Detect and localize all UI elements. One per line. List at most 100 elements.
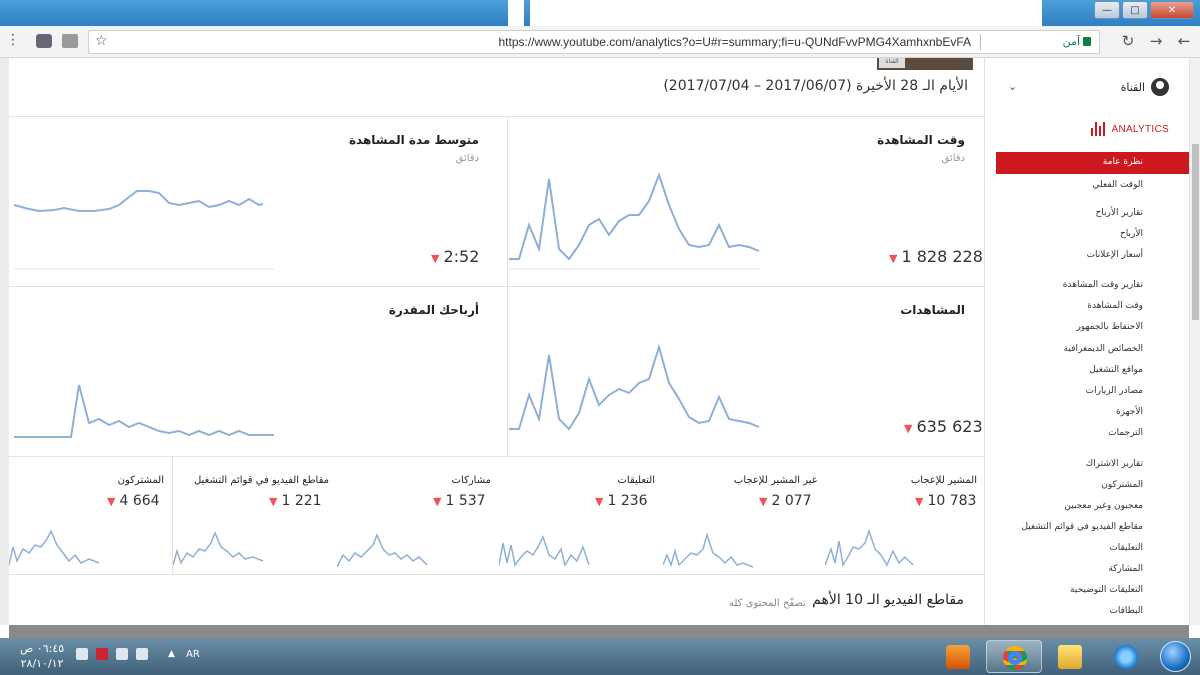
volume-icon[interactable] <box>76 648 88 660</box>
card-value-number: 1 221 <box>281 493 322 509</box>
forward-icon[interactable]: → <box>1148 32 1164 50</box>
sidebar-item-subtitles[interactable]: الترجمات <box>1108 428 1143 438</box>
vertical-scrollbar[interactable] <box>1189 58 1200 625</box>
divider <box>980 34 981 50</box>
card-value: ▼ 1 236 <box>595 493 648 509</box>
sidebar-item-engagement-reports[interactable]: تقارير الاشتراك <box>1086 459 1143 469</box>
card-title: وقت المشاهدة <box>877 133 965 147</box>
security-label: آمن <box>1062 35 1080 48</box>
sidebar-item-revenue-reports[interactable]: تقارير الأرباح <box>1095 208 1143 218</box>
card-title: المشاهدات <box>900 303 965 317</box>
card-comments[interactable]: التعليقات ▼ 1 236 <box>499 456 663 574</box>
card-title: مقاطع الفيديو في قوائم التشغيل <box>193 475 329 486</box>
taskbar-explorer[interactable] <box>1042 640 1098 673</box>
analytics-main: القناة الأيام الـ 28 الأخيرة (2017/06/07… <box>9 58 985 625</box>
sidebar-item-playlists[interactable]: مقاطع الفيديو في قوائم التشغيل <box>1021 522 1143 532</box>
channel-thumbnail[interactable]: القناة <box>877 58 973 70</box>
extension-icon[interactable] <box>36 34 52 48</box>
down-arrow-icon: ▼ <box>915 495 924 508</box>
card-title: التعليقات <box>617 475 655 486</box>
lock-icon <box>1083 37 1091 46</box>
sidebar-item-subscribers[interactable]: المشتركون <box>1101 480 1143 490</box>
card-value-number: 4 664 <box>119 493 160 509</box>
sidebar-item-realtime[interactable]: الوقت الفعلي <box>1092 180 1143 190</box>
card-title: المشير للإعجاب <box>910 475 977 486</box>
tray-expand-icon[interactable]: ▲ <box>168 649 175 659</box>
card-title: متوسط مدة المشاهدة <box>348 133 479 147</box>
minimize-button[interactable]: — <box>1094 1 1120 19</box>
menu-icon[interactable]: ⋮ <box>6 32 20 48</box>
date-range[interactable]: الأيام الـ 28 الأخيرة (2017/06/07 – 2017… <box>663 78 968 94</box>
scrollbar-thumb[interactable] <box>1192 144 1199 320</box>
taskbar-chrome[interactable] <box>986 640 1042 673</box>
sidebar-item-annotations[interactable]: التعليقات التوضيحية <box>1070 585 1143 595</box>
sidebar-item-revenue[interactable]: الأرباح <box>1120 229 1143 239</box>
playlists-sparkline <box>173 531 264 566</box>
card-views[interactable]: المشاهدات ▼ 635 623 <box>499 286 985 456</box>
title-bar-patch <box>530 0 1042 26</box>
channel-menu[interactable]: القناة <box>1121 78 1169 96</box>
taskbar-clock[interactable]: ٠٦:٤٥ ص ٢٨/١٠/١٢ <box>20 641 64 671</box>
down-arrow-icon: ▼ <box>431 252 440 265</box>
address-bar[interactable]: ☆ https://www.youtube.com/analytics?o=U#… <box>88 30 1100 54</box>
browse-all-link[interactable]: تصفّح المحتوى كله <box>729 598 806 609</box>
extension-icon[interactable] <box>62 34 78 48</box>
sidebar-item-comments[interactable]: التعليقات <box>1109 543 1143 553</box>
bookmark-star-icon[interactable]: ☆ <box>95 33 108 49</box>
down-arrow-icon: ▼ <box>595 495 604 508</box>
reload-icon[interactable]: ↻ <box>1120 32 1136 50</box>
sidebar-item-traffic-sources[interactable]: مصادر الزيارات <box>1086 386 1143 396</box>
analytics-header[interactable]: ANALYTICS <box>1091 122 1169 136</box>
down-arrow-icon: ▼ <box>433 495 442 508</box>
sidebar-item-ad-rates[interactable]: أسعار الإعلانات <box>1087 250 1143 260</box>
taskbar-internet-explorer[interactable] <box>1098 640 1154 673</box>
security-indicator[interactable]: آمن <box>1063 35 1091 48</box>
sidebar-item-watch-time[interactable]: وقت المشاهدة <box>1087 301 1143 311</box>
sidebar-item-overview[interactable]: نظرة عامة <box>1103 157 1143 167</box>
page-content: القناة الأيام الـ 28 الأخيرة (2017/06/07… <box>0 58 1200 625</box>
down-arrow-icon: ▼ <box>107 495 116 508</box>
avg-duration-sparkline <box>13 190 274 270</box>
sidebar-item-sharing[interactable]: المشاركة <box>1108 564 1143 574</box>
channel-label: القناة <box>1120 80 1145 94</box>
card-value-number: 1 236 <box>607 493 648 509</box>
taskbar-media-player[interactable] <box>930 640 986 673</box>
card-dislikes[interactable]: غير المشير للإعجاب ▼ 2 077 <box>663 456 825 574</box>
sidebar-item-playback-locations[interactable]: مواقع التشغيل <box>1089 365 1143 375</box>
card-value: ▼ 1 221 <box>269 493 322 509</box>
down-arrow-icon: ▼ <box>889 252 898 265</box>
card-watch-time[interactable]: وقت المشاهدة دقائق ▼ 1 828 228 <box>499 116 985 286</box>
views-sparkline <box>509 343 760 431</box>
system-tray <box>76 648 148 660</box>
card-shares[interactable]: مشاركات ▼ 1 537 <box>337 456 499 574</box>
card-playlists[interactable]: مقاطع الفيديو في قوائم التشغيل ▼ 1 221 <box>173 456 337 574</box>
left-gutter <box>0 58 9 625</box>
sidebar-item-audience-retention[interactable]: الاحتفاظ بالجمهور <box>1076 322 1143 332</box>
card-value: ▼ 2 077 <box>759 493 812 509</box>
battery-icon[interactable] <box>96 648 108 660</box>
close-button[interactable]: ✕ <box>1150 1 1194 19</box>
card-estimated-revenue[interactable]: أرباحك المقدرة <box>9 286 499 456</box>
chevron-down-icon[interactable]: ⌄ <box>1008 80 1017 93</box>
card-likes[interactable]: المشير للإعجاب ▼ 10 783 <box>825 456 985 574</box>
card-avg-duration[interactable]: متوسط مدة المشاهدة دقائق ▼ 2:52 <box>9 116 499 286</box>
start-button[interactable] <box>1156 638 1196 675</box>
network-icon[interactable] <box>116 648 128 660</box>
card-subscribers[interactable]: المشتركون ▼ 4 664 <box>9 456 173 574</box>
flag-icon[interactable] <box>136 648 148 660</box>
sidebar-item-watch-time-reports[interactable]: تقارير وقت المشاهدة <box>1063 280 1143 290</box>
card-title: غير المشير للإعجاب <box>733 475 817 486</box>
sidebar-item-likes-dislikes[interactable]: معجبون وغير معجبين <box>1064 501 1143 511</box>
card-value-number: 2:52 <box>443 247 480 266</box>
back-icon[interactable]: ← <box>1176 32 1192 50</box>
url-text[interactable]: https://www.youtube.com/analytics?o=U#r=… <box>498 35 971 49</box>
thumbnail-label: القناة <box>879 58 905 68</box>
horizontal-scrollbar[interactable] <box>9 625 1189 638</box>
sidebar-item-cards[interactable]: البطاقات <box>1109 606 1143 616</box>
shares-sparkline <box>337 533 428 568</box>
language-indicator[interactable]: AR <box>186 649 200 660</box>
maximize-button[interactable]: □ <box>1122 1 1148 19</box>
sidebar-item-demographics[interactable]: الخصائص الديمغرافية <box>1064 344 1143 354</box>
card-value: ▼ 10 783 <box>915 493 976 509</box>
sidebar-item-devices[interactable]: الأجهزة <box>1116 407 1143 417</box>
